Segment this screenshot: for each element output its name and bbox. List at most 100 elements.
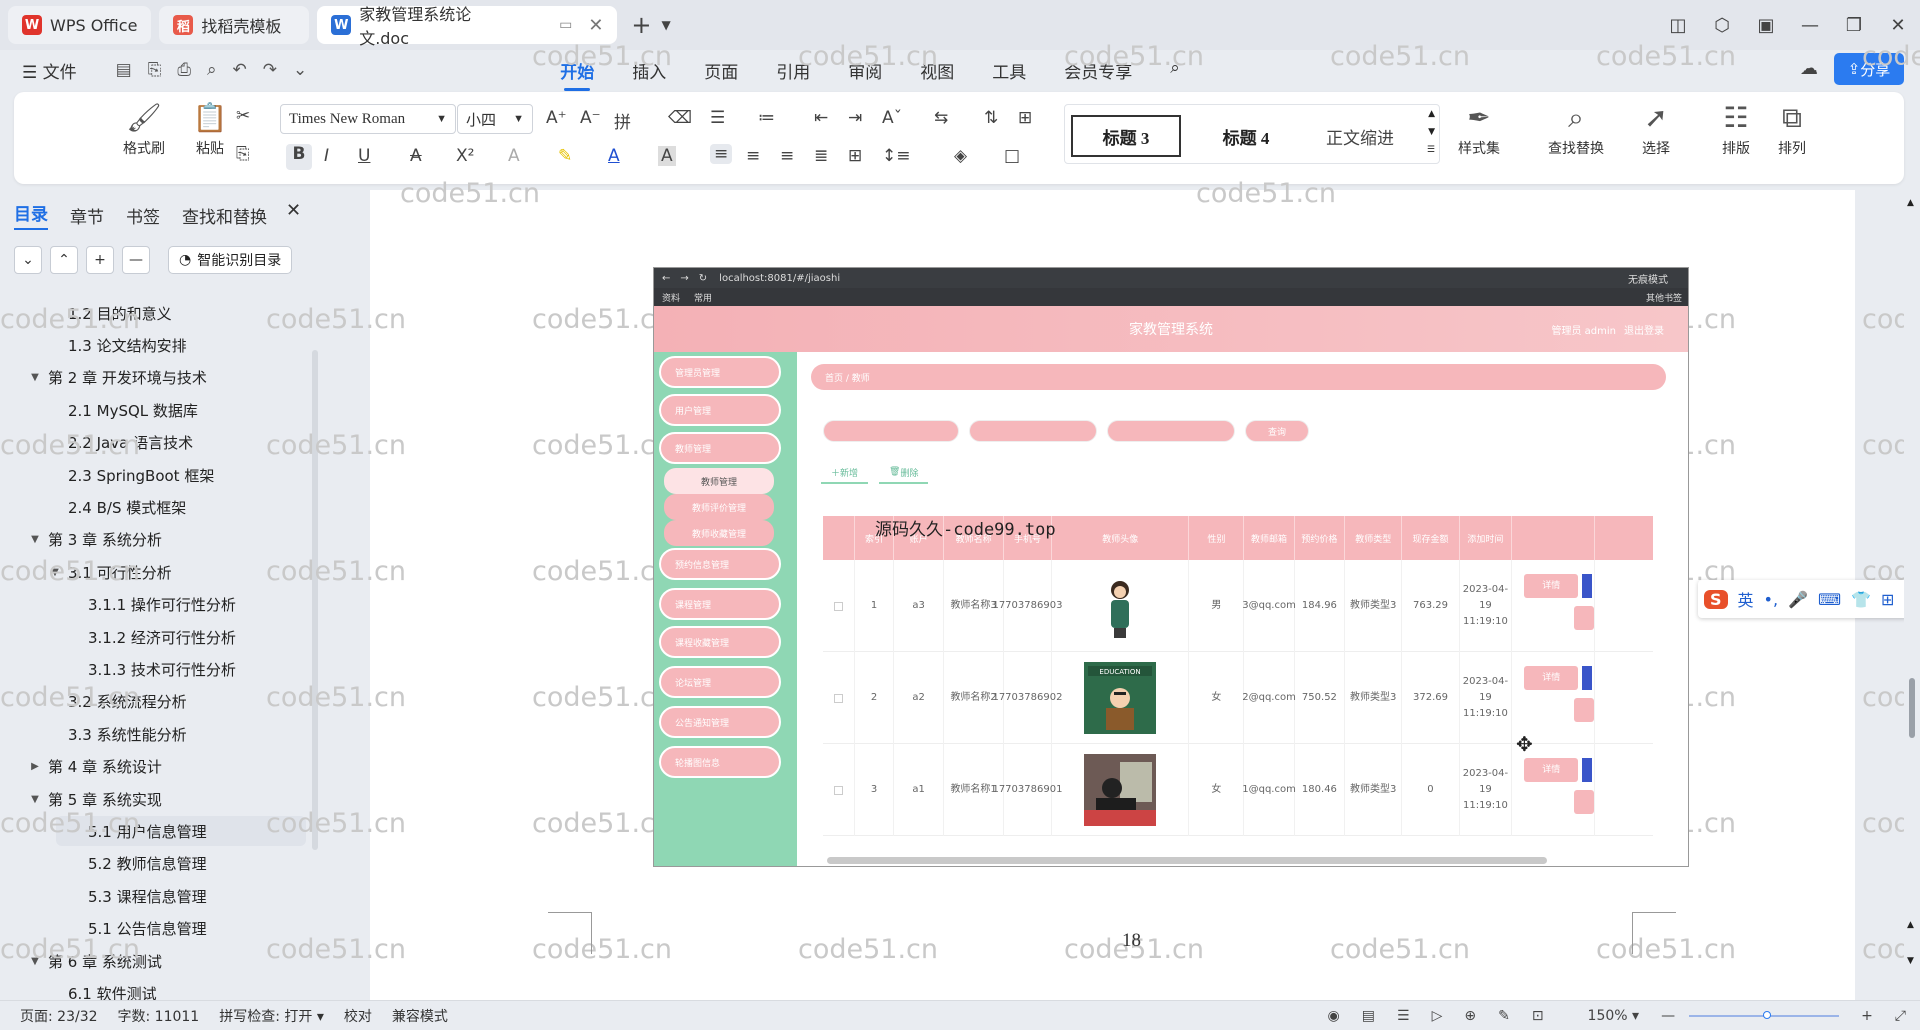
zoom-in-icon[interactable]: + (1861, 1008, 1873, 1024)
align-left-button[interactable]: ≡ (710, 144, 733, 164)
cube-icon[interactable]: ⬡ (1700, 15, 1744, 36)
outline-icon[interactable]: ☰ (1397, 1008, 1410, 1024)
toc-item[interactable]: 2.4 B/S 模式框架 (0, 492, 300, 522)
microphone-icon[interactable]: 🎤 (1788, 590, 1808, 609)
distribute-button[interactable]: ⊞ (848, 146, 862, 166)
toc-item[interactable]: 5.2 教师信息管理 (0, 849, 300, 879)
embedded-screenshot[interactable]: ← → ↻ localhost:8081/#/jiaoshi 无痕模式 资料 常… (653, 267, 1689, 867)
tab-toc[interactable]: 目录 (14, 200, 48, 230)
eraser-icon[interactable]: ⌫ (668, 108, 692, 128)
preview-icon[interactable]: ⌕ (207, 60, 217, 80)
tab-dropdown-icon[interactable]: ▼ (662, 18, 671, 32)
share-button[interactable]: ⇪ 分享 (1834, 53, 1904, 85)
keyboard-icon[interactable]: ⌨ (1818, 590, 1841, 609)
style-set-button[interactable]: ✒ 样式集 (1444, 98, 1514, 158)
shrink-font-icon[interactable]: A⁻ (580, 108, 601, 128)
toc-item[interactable]: 3.1.1 操作可行性分析 (0, 590, 300, 620)
style-body-indent[interactable]: 正文缩进 (1305, 115, 1415, 157)
tab-bookmarks[interactable]: 书签 (126, 203, 160, 228)
device-icon[interactable]: ▭ (559, 17, 572, 33)
collapse-arrow-icon[interactable]: ▼ (48, 567, 62, 578)
toc-item[interactable]: 1.2 目的和意义 (0, 298, 300, 328)
play-icon[interactable]: ▷ (1432, 1008, 1443, 1024)
save-icon[interactable]: ▤ (116, 60, 132, 80)
more-icon[interactable]: ⌄ (293, 60, 307, 80)
text-effect-button[interactable]: A (508, 146, 520, 166)
close-tab-icon[interactable]: ✕ (588, 15, 603, 36)
status-page[interactable]: 页面: 23/32 (20, 1006, 98, 1026)
toc-item[interactable]: 2.1 MySQL 数据库 (0, 395, 300, 425)
fit-icon[interactable]: ⊡ (1532, 1008, 1544, 1024)
zoom-slider-thumb[interactable] (1763, 1011, 1772, 1019)
tab-document[interactable]: W 家教管理系统论文.doc ▭ ✕ (317, 5, 618, 48)
ime-toolbar[interactable]: S 英 •, 🎤 ⌨ 👕 ⊞ (1698, 580, 1908, 618)
bullet-list-icon[interactable]: ☰ (710, 108, 725, 128)
highlight-icon[interactable]: ✎ (558, 146, 572, 166)
paste-button[interactable]: 📋 粘贴 (178, 98, 242, 158)
punctuation-icon[interactable]: •, (1764, 590, 1779, 609)
sort-icon[interactable]: ⇅ (984, 108, 998, 128)
menu-insert[interactable]: 插入 (632, 58, 666, 83)
toc-item[interactable]: ▶ 第 4 章 系统设计 (0, 752, 300, 782)
toc-item[interactable]: ▼ 3.1 可行性分析 (0, 557, 300, 587)
strikethrough-button[interactable]: A (410, 146, 422, 166)
align-right-button[interactable]: ≡ (780, 146, 794, 166)
close-panel-icon[interactable]: ✕ (286, 200, 301, 221)
char-shading-button[interactable]: A (658, 146, 676, 166)
expand-arrow-icon[interactable]: ▶ (28, 761, 42, 772)
toc-item[interactable]: ▼ 第 6 章 系统测试 (0, 946, 300, 976)
line-spacing-icon[interactable]: ↕≡ (882, 146, 911, 166)
search-icon[interactable]: ⌕ (1170, 58, 1180, 83)
page-view-icon[interactable]: ▤ (1362, 1008, 1375, 1024)
style-heading-3[interactable]: 标题 3 (1071, 115, 1181, 157)
undo-icon[interactable]: ↶ (232, 60, 246, 80)
tab-docer-templates[interactable]: 稻 找稻壳模板 (159, 6, 310, 44)
italic-button[interactable]: I (324, 146, 329, 166)
collapse-arrow-icon[interactable]: ▼ (28, 534, 42, 545)
tab-find-replace[interactable]: 查找和替换 (182, 203, 267, 228)
tab-chapters[interactable]: 章节 (70, 203, 104, 228)
add-heading-icon[interactable]: + (86, 246, 114, 274)
phonetic-icon[interactable]: 拼 (614, 108, 631, 133)
grow-font-icon[interactable]: A⁺ (546, 108, 567, 128)
prev-page-icon[interactable]: ▲ (1907, 920, 1914, 930)
menu-home[interactable]: 开始 (560, 58, 594, 91)
scroll-up-icon[interactable]: ▲ (1428, 109, 1435, 119)
border-icon[interactable]: □ (1004, 146, 1020, 166)
cut-icon[interactable]: ✂ (236, 106, 250, 126)
close-window-icon[interactable]: ✕ (1876, 15, 1920, 36)
select-button[interactable]: ➚ 选择 (1624, 98, 1688, 158)
avatar[interactable]: ▣ (1744, 15, 1788, 36)
remove-heading-icon[interactable]: — (122, 246, 150, 274)
collapse-arrow-icon[interactable]: ▼ (28, 794, 42, 805)
layout-button[interactable]: ☷ 排版 (1704, 98, 1768, 158)
toc-item[interactable]: 3.1.3 技术可行性分析 (0, 654, 300, 684)
bold-button[interactable]: B (286, 144, 312, 170)
toc-item[interactable]: 5.1 用户信息管理 (56, 816, 306, 847)
superscript-button[interactable]: X² (456, 146, 474, 166)
scroll-down-icon[interactable]: ▼ (1428, 127, 1435, 137)
cloud-icon[interactable]: ☁ (1800, 58, 1818, 79)
scroll-up-icon[interactable]: ▲ (1907, 198, 1914, 208)
toc-item[interactable]: 3.1.2 经济可行性分析 (0, 622, 300, 652)
text-direction-icon[interactable]: Aˇ (882, 108, 902, 128)
menu-reference[interactable]: 引用 (776, 58, 810, 83)
font-size-select[interactable]: 小四 ▼ (457, 104, 533, 134)
menu-member[interactable]: 会员专享 (1064, 58, 1132, 83)
toc-item[interactable]: 5.3 课程信息管理 (0, 881, 300, 911)
status-proof[interactable]: 校对 (344, 1006, 372, 1026)
eye-icon[interactable]: ◉ (1328, 1008, 1340, 1024)
find-replace-button[interactable]: ⌕ 查找替换 (1536, 98, 1616, 158)
toc-item[interactable]: ▼ 第 5 章 系统实现 (0, 784, 300, 814)
align-center-button[interactable]: ≡ (746, 146, 760, 166)
ime-language[interactable]: 英 (1738, 587, 1754, 611)
toc-item[interactable]: ▼ 第 3 章 系统分析 (0, 525, 300, 555)
line-break-icon[interactable]: ⇆ (934, 108, 948, 128)
scroll-thumb[interactable] (1909, 678, 1915, 738)
shading-icon[interactable]: ◈ (954, 146, 967, 166)
status-spell[interactable]: 拼写检查: 打开 ▾ (219, 1006, 324, 1026)
skin-icon[interactable]: 👕 (1851, 590, 1871, 609)
menu-tools[interactable]: 工具 (992, 58, 1026, 83)
menu-view[interactable]: 视图 (920, 58, 954, 83)
style-heading-4[interactable]: 标题 4 (1191, 115, 1301, 157)
